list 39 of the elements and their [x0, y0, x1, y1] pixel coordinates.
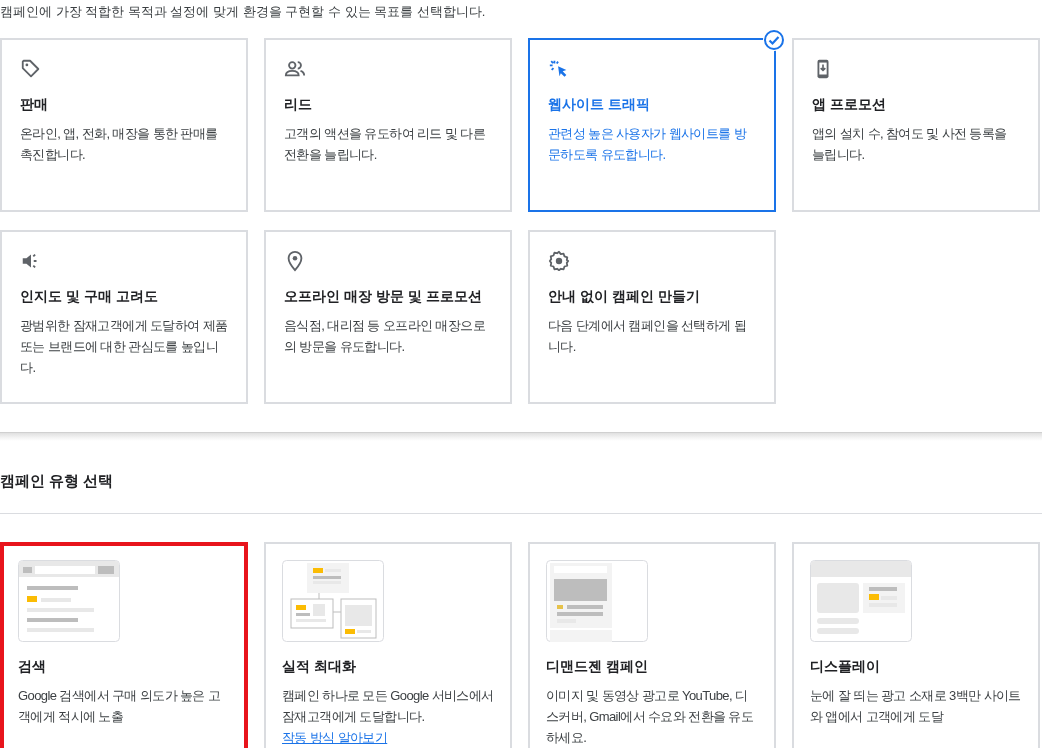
goal-title: 리드: [284, 95, 313, 114]
goal-card[interactable]: 판매 온라인, 앱, 전화, 매장을 통한 판매를 촉진합니다.: [0, 38, 248, 212]
goal-card[interactable]: 리드 고객의 액션을 유도하여 리드 및 다른 전환을 늘립니다.: [264, 38, 512, 212]
campaign-type-title: 디스플레이: [810, 657, 881, 676]
goal-card[interactable]: 안내 없이 캠페인 만들기 다음 단계에서 캠페인을 선택하게 됩니다.: [528, 230, 776, 404]
tag-icon: [20, 58, 42, 80]
goal-description: 음식점, 대리점 등 오프라인 매장으로의 방문을 유도합니다.: [284, 317, 487, 356]
goal-title: 앱 프로모션: [812, 95, 887, 114]
goal-card[interactable]: 앱 프로모션 앱의 설치 수, 참여도 및 사전 등록을 늘립니다.: [792, 38, 1040, 212]
campaign-type-card[interactable]: 디맨드젠 캠페인 이미지 및 동영상 광고로 YouTube, 디스커버, Gmail에서 수요와 전환을 유도하세요.: [528, 542, 776, 748]
campaign-type-card[interactable]: 검색 Google 검색에서 구매 의도가 높은 고객에게 적시에 노출: [0, 542, 248, 748]
goal-card[interactable]: 웹사이트 트래픽 관련성 높은 사용자가 웹사이트를 방문하도록 유도합니다.: [528, 38, 776, 212]
goal-card[interactable]: 인지도 및 구매 고려도 광범위한 잠재고객에게 도달하여 제품 또는 브랜드에 대한 관심도를 높입니다.: [0, 230, 248, 404]
campaign-type-description: 캠페인 하나로 모든 Google 서비스에서 잠재고객에게 도달합니다. 작동 방식 알아보기: [282, 687, 494, 747]
goal-title: 웹사이트 트래픽: [548, 95, 651, 114]
campaign-type-description: 이미지 및 동영상 광고로 YouTube, 디스커버, Gmail에서 수요와 전환을 유도하세요.: [546, 687, 755, 747]
campaign-type-card[interactable]: 디스플레이 눈에 잘 띄는 광고 소재로 3백만 사이트와 앱에서 고객에게 도달: [792, 542, 1040, 748]
goal-title: 오프라인 매장 방문 및 프로모션: [284, 287, 483, 306]
intro-text: 캠페인에 가장 적합한 목적과 설정에 맞게 환경을 구현할 수 있는 목표를 선택합니다.: [0, 3, 487, 21]
campaign-type-description: 눈에 잘 띄는 광고 소재로 3백만 사이트와 앱에서 고객에게 도달: [810, 687, 1022, 726]
campaign-type-title: 디맨드젠 캠페인: [546, 657, 649, 676]
goal-description: 다음 단계에서 캠페인을 선택하게 됩니다.: [548, 317, 748, 356]
gear-icon: [548, 250, 570, 272]
goal-title: 인지도 및 구매 고려도: [20, 287, 159, 306]
campaign-type-title: 검색: [18, 657, 47, 676]
goal-description: 관련성 높은 사용자가 웹사이트를 방문하도록 유도합니다.: [548, 125, 748, 164]
learn-more-link[interactable]: 작동 방식 알아보기: [282, 730, 388, 745]
goal-title: 안내 없이 캠페인 만들기: [548, 287, 701, 306]
goal-description: 광범위한 잠재고객에게 도달하여 제품 또는 브랜드에 대한 관심도를 높입니다.: [20, 317, 228, 377]
goal-description: 앱의 설치 수, 참여도 및 사전 등록을 늘립니다.: [812, 125, 1008, 164]
section-heading: 캠페인 유형 선택: [0, 441, 1042, 514]
checkmark-icon: [763, 29, 785, 51]
campaign-type-title: 실적 최대화: [282, 657, 357, 676]
goal-title: 판매: [20, 95, 49, 114]
campaign-type-description: Google 검색에서 구매 의도가 높은 고객에게 적시에 노출: [18, 687, 222, 726]
campaign-type-card[interactable]: 실적 최대화 캠페인 하나로 모든 Google 서비스에서 잠재고객에게 도달합니다. 작동 방식 알아보기: [264, 542, 512, 748]
goal-card[interactable]: 오프라인 매장 방문 및 프로모션 음식점, 대리점 등 오프라인 매장으로의 방문을 유도합니다.: [264, 230, 512, 404]
goal-description: 고객의 액션을 유도하여 리드 및 다른 전환을 늘립니다.: [284, 125, 487, 164]
goal-description: 온라인, 앱, 전화, 매장을 통한 판매를 촉진합니다.: [20, 125, 219, 164]
